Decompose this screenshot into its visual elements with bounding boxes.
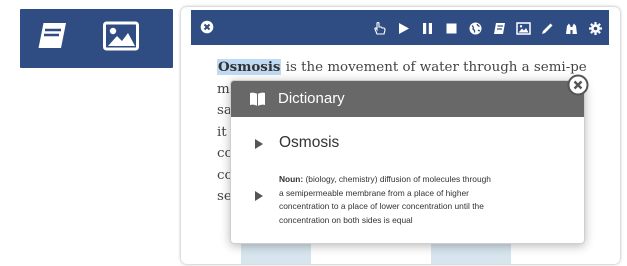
pause-icon[interactable] <box>420 21 435 36</box>
stop-icon[interactable] <box>444 21 459 36</box>
book-icon <box>249 91 266 112</box>
part-of-speech: Noun: <box>279 174 304 184</box>
definition-line: (biology, chemistry) diffusion of molecu… <box>303 174 491 184</box>
dictionary-title: Dictionary <box>278 90 345 107</box>
dictionary-icon[interactable] <box>492 21 507 36</box>
dictionary-definition: Noun: (biology, chemistry) diffusion of … <box>279 173 574 227</box>
dictionary-header: Dictionary <box>231 81 584 117</box>
book-icon[interactable] <box>35 21 69 56</box>
dictionary-popup: Dictionary Osmosis Noun: (biology, chemi… <box>230 80 585 244</box>
binoculars-icon[interactable] <box>564 21 579 36</box>
expand-arrow-icon[interactable] <box>255 139 263 149</box>
passage-text: is the movement of water through a semi-… <box>285 60 587 75</box>
passage-line: Osmosis is the movement of water through… <box>217 57 587 79</box>
dictionary-word: Osmosis <box>279 134 340 151</box>
definition-line: concentration to a place of lower concen… <box>279 201 484 212</box>
definition-line: concentration on both sides is equal <box>279 214 413 225</box>
close-icon[interactable] <box>200 20 214 39</box>
hand-pointer-icon[interactable] <box>372 21 387 36</box>
pencil-icon[interactable] <box>540 21 555 36</box>
gear-icon[interactable] <box>588 21 603 36</box>
highlighted-word[interactable]: Osmosis <box>217 59 282 75</box>
dictionary-entry-word[interactable]: Osmosis <box>231 125 584 159</box>
close-popup-icon[interactable] <box>567 74 589 101</box>
globe-icon[interactable] <box>468 21 483 36</box>
picture-icon[interactable] <box>516 21 531 36</box>
definition-line: a semipermeable membrane from a place of… <box>279 187 469 198</box>
play-icon[interactable] <box>396 21 411 36</box>
reader-toolbar <box>191 10 609 45</box>
expand-arrow-icon[interactable] <box>255 191 263 201</box>
left-toolbar <box>20 9 173 68</box>
image-icon[interactable] <box>103 21 139 56</box>
